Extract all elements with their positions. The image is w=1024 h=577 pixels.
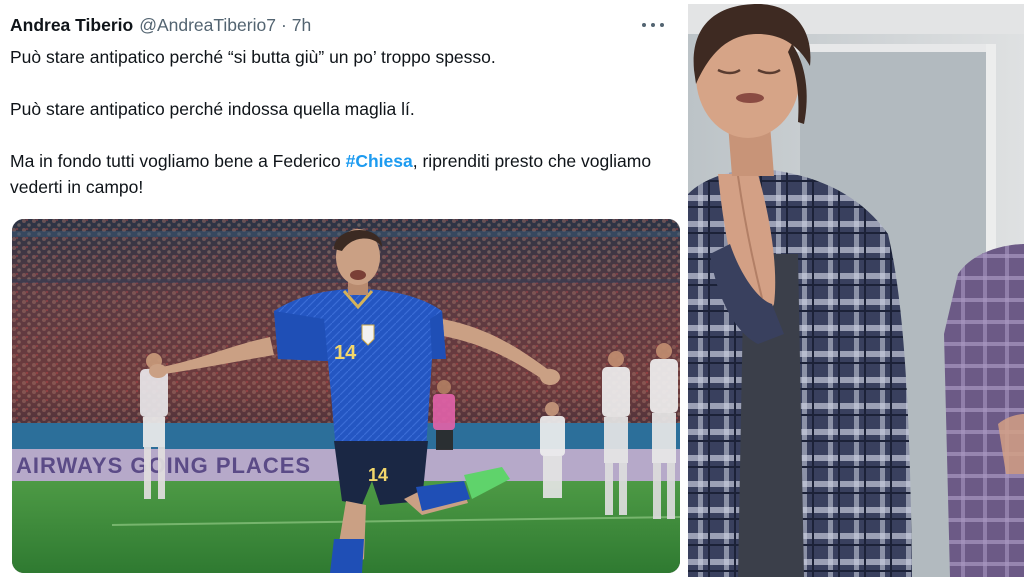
tweet-text: Può stare antipatico perché “si butta gi… (10, 44, 670, 200)
tweet-timestamp[interactable]: 7h (292, 15, 311, 36)
author-handle[interactable]: @AndreaTiberio7 (139, 15, 276, 36)
author-name[interactable]: Andrea Tiberio (10, 15, 133, 36)
tweet-media-photo[interactable]: AIRWAYS GOING PLACES 14 14 (12, 219, 680, 573)
tweet-paragraph: Può stare antipatico perché indossa quel… (10, 99, 415, 119)
more-horizontal-icon[interactable] (642, 16, 664, 34)
tweet-header: Andrea Tiberio @AndreaTiberio7 · 7h (10, 12, 672, 38)
header-separator: · (280, 14, 287, 35)
football-celebration-image: AIRWAYS GOING PLACES 14 14 (12, 219, 680, 573)
shorts-number: 14 (368, 465, 388, 485)
reaction-photo (688, 4, 1024, 577)
tweet-text-fragment: Ma in fondo tutti vogliamo bene a Federi… (10, 151, 346, 171)
tweet-paragraph: Ma in fondo tutti vogliamo bene a Federi… (10, 148, 670, 200)
tweet-paragraph: Può stare antipatico perché “si butta gi… (10, 47, 496, 67)
hashtag-link[interactable]: #Chiesa (346, 151, 413, 171)
tweet-card[interactable]: Andrea Tiberio @AndreaTiberio7 · 7h Può … (0, 0, 684, 577)
jersey-number: 14 (334, 342, 357, 364)
screenshot-composite: Andrea Tiberio @AndreaTiberio7 · 7h Può … (0, 0, 1024, 577)
praying-person-image (688, 4, 1024, 577)
